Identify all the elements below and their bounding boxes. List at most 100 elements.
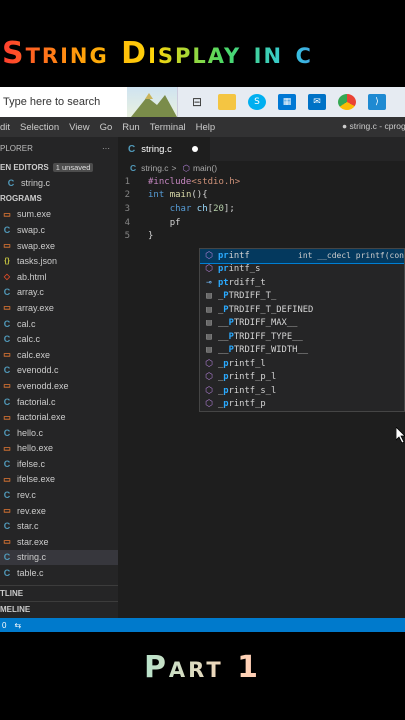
suggestion-item[interactable]: ▤ _ P TRDIFF_T_DEFINED xyxy=(200,303,404,317)
file-item[interactable]: Cifelse.c xyxy=(0,456,118,472)
unsaved-badge: 1 unsaved xyxy=(52,162,94,172)
file-item[interactable]: Ctable.c xyxy=(0,565,118,581)
constant-icon: ▤ xyxy=(206,318,212,329)
suggestion-item[interactable]: ▤ __ P TRDIFF_MAX__ xyxy=(200,317,404,331)
outline-section[interactable]: TLINE xyxy=(0,585,118,600)
suggestion-item[interactable]: ▤ __ P TRDIFF_TYPE__ xyxy=(200,330,404,344)
code-line: 3 char ch[20]; xyxy=(118,202,405,216)
constant-icon: ▤ xyxy=(206,331,212,342)
status-bar: 0 ⇆ xyxy=(0,618,405,632)
file-item[interactable]: ▭ evenodd.exe xyxy=(0,378,118,394)
folder-section[interactable]: ROGRAMS xyxy=(0,191,118,207)
method-icon: ⬡ xyxy=(205,372,213,383)
constant-icon: ▤ xyxy=(206,304,212,315)
method-icon: ⬡ xyxy=(205,358,213,369)
file-name: string.c xyxy=(17,552,47,563)
chrome-icon[interactable] xyxy=(338,94,356,110)
menu-edit[interactable]: dit xyxy=(0,122,15,133)
breadcrumb-file[interactable]: string.c xyxy=(141,163,168,173)
menu-help[interactable]: Help xyxy=(191,122,221,133)
live-share-icon[interactable]: ⇆ xyxy=(14,621,21,630)
file-item[interactable]: Ccalc.c xyxy=(0,331,118,347)
store-icon[interactable]: ▦ xyxy=(278,94,296,110)
suggestion-item[interactable]: ⬡ pr intf_s xyxy=(200,263,404,277)
file-item[interactable]: Cfactorial.c xyxy=(0,394,118,410)
editor-tabs: C string.c xyxy=(118,137,405,161)
suggestion-item[interactable]: ⊸ pt rdiff_t xyxy=(200,276,404,290)
suggestion-item[interactable]: ⬡ _ p rintf_l xyxy=(200,357,404,371)
c-file-icon: C xyxy=(3,521,11,532)
code-line: 5} xyxy=(118,229,405,243)
suggestion-item[interactable]: ⬡ pr intf int __cdecl printf(const xyxy=(200,249,405,264)
task-view-icon[interactable]: ⊟ xyxy=(188,94,206,110)
menu-run[interactable]: Run xyxy=(117,122,144,133)
file-name: evenodd.exe xyxy=(17,380,69,391)
file-item[interactable]: Chello.c xyxy=(0,425,118,441)
file-item[interactable]: Cevenodd.c xyxy=(0,363,118,379)
menu-selection[interactable]: Selection xyxy=(15,122,64,133)
menu-go[interactable]: Go xyxy=(95,122,118,133)
suggestion-label: TRDIFF_WIDTH__ xyxy=(233,345,309,356)
file-item[interactable]: ▭ hello.exe xyxy=(0,441,118,457)
file-item[interactable]: ▭ star.exe xyxy=(0,534,118,550)
suggestion-label: rintf_s_l xyxy=(228,385,277,396)
timeline-section[interactable]: MELINE xyxy=(0,601,118,616)
mail-icon[interactable]: ✉ xyxy=(308,94,326,110)
file-item[interactable]: ▭ swap.exe xyxy=(0,238,118,254)
file-explorer-icon[interactable] xyxy=(218,94,236,110)
taskbar-search-box[interactable]: Type here to search xyxy=(0,87,178,117)
suggestion-widget: ⬡ pr intf int __cdecl printf(const ⬡ pr intf_s… xyxy=(199,248,405,412)
open-editors-section[interactable]: EN EDITORS 1 unsaved xyxy=(0,159,118,175)
explorer-header: PLORER ··· xyxy=(0,143,110,153)
json-file-icon: {} xyxy=(4,257,10,265)
line-number: 4 xyxy=(124,217,130,228)
more-actions-icon[interactable]: ··· xyxy=(102,144,110,153)
file-item[interactable]: Crev.c xyxy=(0,487,118,503)
file-item[interactable]: ▭ rev.exe xyxy=(0,503,118,519)
file-item[interactable]: Carray.c xyxy=(0,285,118,301)
tab-string-c[interactable]: C string.c xyxy=(118,137,210,161)
suggestion-item[interactable]: ▤ __ P TRDIFF_WIDTH__ xyxy=(200,344,404,358)
file-item[interactable]: ▭ ifelse.exe xyxy=(0,472,118,488)
suggestion-item[interactable]: ⬡ _ p rintf_s_l xyxy=(200,384,404,398)
menu-view[interactable]: View xyxy=(64,122,94,133)
file-name: calc.c xyxy=(17,334,41,345)
suggestion-item[interactable]: ⬡ _ p rintf_p xyxy=(200,398,404,412)
error-count[interactable]: 0 xyxy=(2,621,6,630)
menu-terminal[interactable]: Terminal xyxy=(145,122,191,133)
file-item[interactable]: Ccal.c xyxy=(0,316,118,332)
file-item[interactable]: ▭ calc.exe xyxy=(0,347,118,363)
suggestion-prefix: __ xyxy=(218,345,229,356)
file-name: evenodd.c xyxy=(17,365,59,376)
file-item[interactable]: ▭ factorial.exe xyxy=(0,409,118,425)
suggestion-label: TRDIFF_T_ xyxy=(228,291,277,302)
file-name: swap.c xyxy=(17,224,46,235)
c-file-icon: C xyxy=(3,568,11,579)
file-item[interactable]: ▭ sum.exe xyxy=(0,207,118,223)
suggestion-prefix: __ xyxy=(218,331,229,342)
code-editor[interactable]: 1 #include <stdio.h> 2 int main(){3 char ch[… xyxy=(118,175,405,243)
open-editor-item[interactable]: C string.c xyxy=(0,175,118,191)
method-icon: ⬡ xyxy=(205,264,213,275)
search-highlight-image xyxy=(127,87,177,117)
file-item[interactable]: ▭ array.exe xyxy=(0,300,118,316)
suggestion-item[interactable]: ▤ _ P TRDIFF_T_ xyxy=(200,290,404,304)
vscode-icon[interactable]: ⟩ xyxy=(368,94,386,110)
suggestion-detail: int __cdecl printf(const xyxy=(298,251,405,261)
file-item[interactable]: {} tasks.json xyxy=(0,253,118,269)
c-file-icon: C xyxy=(3,287,11,298)
skype-icon[interactable]: S xyxy=(248,94,266,110)
file-item[interactable]: Cstar.c xyxy=(0,518,118,534)
unsaved-dot-icon[interactable] xyxy=(192,146,198,152)
file-item[interactable]: Cswap.c xyxy=(0,222,118,238)
breadcrumb-symbol[interactable]: main() xyxy=(193,163,217,173)
file-item[interactable]: ◇ ab.html xyxy=(0,269,118,285)
part-label-overlay: Part 1 xyxy=(0,650,405,685)
file-item[interactable]: Cstring.c xyxy=(0,549,118,566)
code-token: } xyxy=(148,231,154,242)
file-name: factorial.c xyxy=(17,396,56,407)
menu-bar: dit Selection View Go Run Terminal Help … xyxy=(0,117,405,137)
suggestion-item[interactable]: ⬡ _ p rintf_p_l xyxy=(200,371,404,385)
